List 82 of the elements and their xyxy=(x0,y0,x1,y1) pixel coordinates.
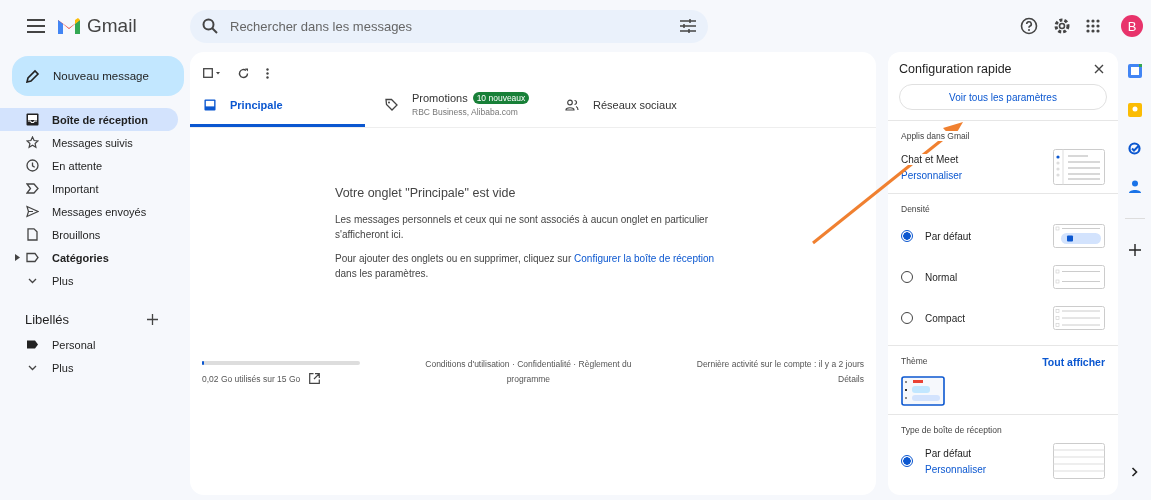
radio-button[interactable] xyxy=(901,230,913,242)
calendar-icon[interactable] xyxy=(1127,64,1142,78)
select-checkbox-icon[interactable] xyxy=(203,68,221,78)
section-title: Applis dans Gmail xyxy=(901,131,972,141)
section-title: Thème xyxy=(901,356,930,366)
sidebar-item[interactable]: Messages envoyés xyxy=(0,200,178,223)
radio-button[interactable] xyxy=(901,455,913,467)
refresh-icon[interactable] xyxy=(238,67,249,79)
sidebar-item[interactable]: Brouillons xyxy=(0,223,178,246)
close-icon[interactable] xyxy=(1094,64,1104,74)
option-label: Chat et Meet xyxy=(901,153,961,165)
search-icon xyxy=(202,18,218,34)
category-tab[interactable]: Réseaux sociaux xyxy=(545,85,725,127)
sidebar-item[interactable]: Messages suivis xyxy=(0,131,178,154)
send-icon xyxy=(26,205,39,218)
configure-inbox-link[interactable]: Configurer la boîte de réception xyxy=(574,253,715,264)
empty-title: Votre onglet "Principale" est vide xyxy=(335,186,517,200)
details-link[interactable]: Détails xyxy=(838,372,864,387)
plus-icon[interactable] xyxy=(147,314,158,325)
compose-button[interactable]: Nouveau message xyxy=(12,56,184,96)
document-icon xyxy=(26,228,39,241)
filter-icon[interactable] xyxy=(680,19,696,33)
panel-title: Configuration rapide xyxy=(899,62,1012,76)
label-tag-icon xyxy=(26,338,39,351)
important-marker-icon xyxy=(26,182,39,195)
check-circle-icon[interactable] xyxy=(1128,142,1141,155)
inbox-preview-icon xyxy=(1053,443,1105,479)
sidebar-item[interactable]: Catégories xyxy=(0,246,178,269)
show-all-link[interactable]: Tout afficher xyxy=(1042,356,1105,368)
option-label: Normal xyxy=(925,271,958,283)
sidebar-item[interactable]: Personal xyxy=(0,333,178,356)
category-tab[interactable]: Principale xyxy=(190,85,365,127)
search-input[interactable]: Rechercher dans les messages xyxy=(228,17,670,35)
density-preview-icon xyxy=(1053,224,1105,248)
terms-links[interactable]: Conditions d'utilisation · Confidentialité · Règlement du programme xyxy=(413,357,644,387)
sidebar-item[interactable]: Boîte de réception xyxy=(0,108,178,131)
customize-link[interactable]: Personnaliser xyxy=(901,169,963,181)
settings-icon[interactable] xyxy=(1053,17,1071,35)
help-icon[interactable] xyxy=(1020,17,1038,35)
account-avatar[interactable]: B xyxy=(1121,15,1143,37)
all-settings-button[interactable]: Voir tous les paramètres xyxy=(899,84,1107,110)
tab-subtitle: RBC Business, Alibaba.com xyxy=(412,107,519,117)
storage-usage: 0,02 Go utilisés sur 15 Go xyxy=(202,373,301,384)
empty-hint: Pour ajouter des onglets ou en supprimer, cliquez sur Configurer la boîte de réception dans les paramètres. xyxy=(335,252,716,281)
section-title: Type de boîte de réception xyxy=(901,425,1004,435)
expand-caret-icon[interactable] xyxy=(15,254,20,261)
labels-heading: Libellés xyxy=(25,312,70,327)
new-count-badge: 10 nouveaux xyxy=(472,92,530,104)
option-label: Par défaut xyxy=(925,447,974,459)
theme-thumbnail[interactable] xyxy=(901,376,945,406)
sidebar-item[interactable]: En attente xyxy=(0,154,178,177)
sidebar-item[interactable]: Plus xyxy=(0,269,178,292)
plus-icon[interactable] xyxy=(1128,244,1141,256)
star-icon xyxy=(26,136,39,149)
chevron-right-icon[interactable] xyxy=(1131,467,1138,477)
more-options-icon[interactable] xyxy=(266,67,269,79)
category-tab[interactable]: Promotions 10 nouveaux RBC Business, Alibaba.com xyxy=(365,85,545,127)
sidebar-item[interactable]: Plus xyxy=(0,356,178,379)
clock-icon xyxy=(26,159,39,172)
label-icon xyxy=(26,251,39,264)
person-icon[interactable] xyxy=(1128,180,1141,193)
menu-icon[interactable] xyxy=(27,19,45,33)
layout-preview-icon xyxy=(1053,149,1105,185)
customize-link[interactable]: Personnaliser xyxy=(925,463,987,475)
density-preview-icon xyxy=(1053,306,1105,330)
search-field[interactable]: Rechercher dans les messages xyxy=(190,9,708,43)
option-label: Par défaut xyxy=(925,230,972,242)
apps-grid-icon[interactable] xyxy=(1086,19,1100,33)
inbox-icon xyxy=(26,113,39,126)
tag-icon xyxy=(385,98,398,111)
envelope-logo-icon xyxy=(57,17,81,35)
people-icon xyxy=(565,98,579,111)
sidebar-item[interactable]: Important xyxy=(0,177,178,200)
density-preview-icon xyxy=(1053,265,1105,289)
last-activity: Dernière activité sur le compte : il y a 2 jours xyxy=(696,358,864,371)
inbox-icon xyxy=(204,98,216,111)
app-name: Gmail xyxy=(87,15,137,37)
section-title: Densité xyxy=(901,204,932,214)
empty-message: Les messages personnels et ceux qui ne sont associés à aucun onglet en particulier s'afficheront ici. xyxy=(335,213,709,242)
option-label: Compact xyxy=(925,312,965,324)
pencil-icon xyxy=(26,69,40,83)
external-link-icon[interactable] xyxy=(309,373,321,384)
